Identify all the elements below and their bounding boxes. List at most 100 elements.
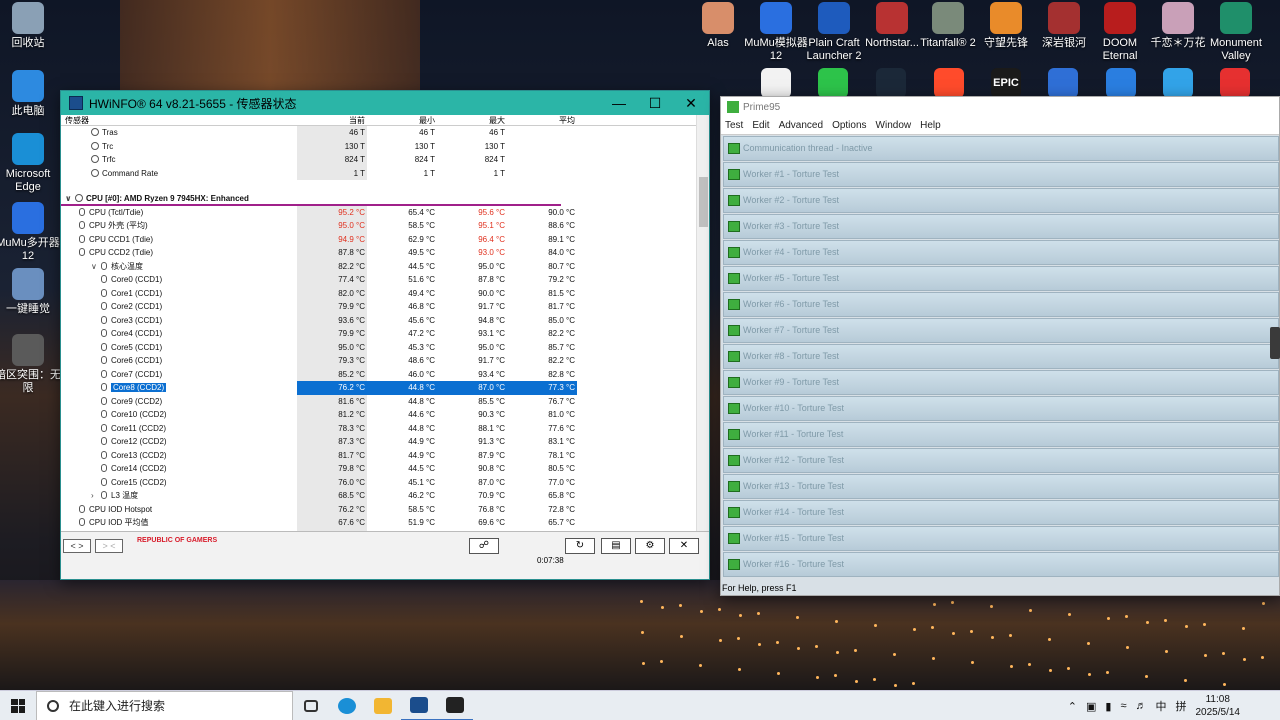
network-share-button[interactable]: ☍ xyxy=(469,538,499,554)
close-button[interactable]: ✕ xyxy=(673,95,709,112)
expand-chevron-icon[interactable]: ∨ xyxy=(91,260,101,274)
taskbar-search[interactable]: 在此键入进行搜索 xyxy=(36,690,293,720)
sensor-row[interactable]: Core14 (CCD2) 79.8 °C 44.5 °C 90.8 °C 80.5 °… xyxy=(61,462,697,476)
worker-window[interactable]: Worker #10 - Torture Test xyxy=(723,396,1279,421)
reset-clock-button[interactable]: ↻ xyxy=(565,538,595,554)
ime-mode[interactable]: 中 xyxy=(1156,698,1167,714)
sensor-row[interactable]: Core10 (CCD2) 81.2 °C 44.6 °C 90.3 °C 81.0 °… xyxy=(61,408,697,422)
col-sensor[interactable]: 传感器 xyxy=(61,115,297,125)
sensor-row[interactable]: Core11 (CCD2) 78.3 °C 44.8 °C 88.1 °C 77.6 °… xyxy=(61,421,697,435)
sensor-row[interactable]: Core1 (CCD1) 82.0 °C 49.4 °C 90.0 °C 81.5 °C xyxy=(61,286,697,300)
wifi-icon[interactable]: ≈ xyxy=(1120,700,1126,712)
wechat-icon[interactable] xyxy=(818,68,848,98)
worker-window[interactable]: Worker #8 - Torture Test xyxy=(723,344,1279,369)
worker-window[interactable]: Worker #12 - Torture Test xyxy=(723,448,1279,473)
sensor-row[interactable]: Core12 (CCD2) 87.3 °C 44.9 °C 91.3 °C 83.1 °… xyxy=(61,435,697,449)
prime95-titlebar[interactable]: Prime95 xyxy=(721,97,1279,117)
worker-window[interactable]: Worker #1 - Torture Test xyxy=(723,162,1279,187)
sensor-row[interactable]: Tras 46 T 46 T 46 T xyxy=(61,126,697,140)
sensor-row[interactable]: Core15 (CCD2) 76.0 °C 45.1 °C 87.0 °C 77.0 °… xyxy=(61,475,697,489)
minimize-button[interactable]: — xyxy=(601,95,637,111)
sensor-row[interactable]: CPU 外壳 (平均) 95.0 °C 58.5 °C 95.1 °C 88.6 °C xyxy=(61,219,697,233)
desktop-icon[interactable]: 此电脑 xyxy=(0,70,62,118)
settings-gear-icon[interactable]: ⚙ xyxy=(635,538,665,554)
hwinfo-titlebar[interactable]: HWiNFO® 64 v8.21-5655 - 传感器状态 — ☐ ✕ xyxy=(61,91,709,115)
sensor-row[interactable]: Core5 (CCD1) 95.0 °C 45.3 °C 95.0 °C 85.7 °C xyxy=(61,340,697,354)
menu-item[interactable]: Window xyxy=(876,120,912,131)
sensor-row[interactable]: CPU (Tctl/Tdie) 95.2 °C 65.4 °C 95.6 °C 90.0… xyxy=(61,205,697,219)
netease-music-icon[interactable] xyxy=(1220,68,1250,98)
worker-window[interactable]: Communication thread - Inactive xyxy=(723,136,1279,161)
start-button[interactable] xyxy=(0,691,36,720)
menu-item[interactable]: Help xyxy=(920,120,941,131)
sensor-group-cpu[interactable]: ∨ CPU [#0]: AMD Ryzen 9 7945HX: Enhanced xyxy=(61,192,561,206)
sensor-row[interactable]: Trfc 824 T 824 T 824 T xyxy=(61,153,697,167)
sensor-row[interactable]: Trc 130 T 130 T 130 T xyxy=(61,139,697,153)
volume-icon[interactable]: ♬ xyxy=(1136,700,1147,712)
battery-icon[interactable]: ▮ xyxy=(1105,700,1111,713)
worker-window[interactable]: Worker #13 - Torture Test xyxy=(723,474,1279,499)
sensor-grid[interactable]: 传感器 当前 最小 最大 平均 Tras 46 T 46 T 46 T Trc 130 T… xyxy=(61,115,697,531)
clock[interactable]: 11:08 2025/5/14 xyxy=(1196,693,1241,719)
menu-item[interactable]: Advanced xyxy=(779,120,823,131)
desktop-icon[interactable]: Monument Valley xyxy=(1202,2,1270,63)
col-avg[interactable]: 平均 xyxy=(507,115,577,125)
sensor-row[interactable]: CPU IOD Hotspot 76.2 °C 58.5 °C 76.8 °C 72.8… xyxy=(61,502,697,516)
tray-chevron-icon[interactable]: ⌃ xyxy=(1068,700,1077,713)
sensor-row[interactable]: › L3 温度 68.5 °C 46.2 °C 70.9 °C 65.8 °C xyxy=(61,489,697,503)
sensor-row[interactable]: Core0 (CCD1) 77.4 °C 51.6 °C 87.8 °C 79.2 °C xyxy=(61,273,697,287)
expand-chevron-icon[interactable]: › xyxy=(91,489,101,503)
worker-window[interactable]: Worker #3 - Torture Test xyxy=(723,214,1279,239)
menu-item[interactable]: Options xyxy=(832,120,866,131)
col-min[interactable]: 最小 xyxy=(367,115,437,125)
sensor-row[interactable]: Core2 (CCD1) 79.9 °C 46.8 °C 91.7 °C 81.7 °C xyxy=(61,300,697,314)
worker-window[interactable]: Worker #15 - Torture Test xyxy=(723,526,1279,551)
explorer-taskbar-icon[interactable] xyxy=(365,691,401,720)
sensor-row[interactable]: Command Rate 1 T 1 T 1 T xyxy=(61,166,697,180)
worker-window[interactable]: Worker #5 - Torture Test xyxy=(723,266,1279,291)
sensor-row[interactable]: Core9 (CCD2) 81.6 °C 44.8 °C 85.5 °C 76.7 °C xyxy=(61,394,697,408)
sensor-row[interactable]: Core3 (CCD1) 93.6 °C 45.6 °C 94.8 °C 85.0 °C xyxy=(61,313,697,327)
edge-taskbar-icon[interactable] xyxy=(329,691,365,720)
worker-window[interactable]: Worker #14 - Torture Test xyxy=(723,500,1279,525)
chat-app-icon[interactable] xyxy=(1163,68,1193,98)
hwinfo-window[interactable]: HWiNFO® 64 v8.21-5655 - 传感器状态 — ☐ ✕ 传感器 … xyxy=(60,90,710,580)
worker-window[interactable]: Worker #9 - Torture Test xyxy=(723,370,1279,395)
sensor-row[interactable]: CPU CCD1 (Tdie) 94.9 °C 62.9 °C 96.4 °C 89.1… xyxy=(61,232,697,246)
worker-window[interactable]: Worker #6 - Torture Test xyxy=(723,292,1279,317)
nav-prev-next-button[interactable]: < > xyxy=(63,539,91,553)
side-panel-handle[interactable] xyxy=(1270,327,1280,359)
screen-app-icon[interactable] xyxy=(1106,68,1136,98)
network-app-icon[interactable] xyxy=(1048,68,1078,98)
menu-item[interactable]: Edit xyxy=(752,120,769,131)
worker-window[interactable]: Worker #4 - Torture Test xyxy=(723,240,1279,265)
desktop-icon[interactable]: 暗区突围：无限 xyxy=(0,334,62,395)
sensor-row[interactable]: Core7 (CCD1) 85.2 °C 46.0 °C 93.4 °C 82.8 °C xyxy=(61,367,697,381)
worker-window[interactable]: Worker #2 - Torture Test xyxy=(723,188,1279,213)
prime95-window[interactable]: Prime95 Test Edit Advanced Options Window Hel… xyxy=(720,96,1280,596)
sensor-row[interactable]: ∨ 核心温度 82.2 °C 44.5 °C 95.0 °C 80.7 °C xyxy=(61,259,697,274)
sensor-row[interactable]: Core8 (CCD2) 76.2 °C 44.8 °C 87.0 °C 77.3 °C xyxy=(61,381,697,395)
terminal-taskbar-icon[interactable] xyxy=(437,691,473,720)
tray-app-icon[interactable]: ▣ xyxy=(1086,700,1096,713)
maximize-button[interactable]: ☐ xyxy=(637,95,673,112)
col-current[interactable]: 当前 xyxy=(297,115,367,125)
close-sensors-button[interactable]: ✕ xyxy=(669,538,699,554)
desktop-icon[interactable]: Microsoft Edge xyxy=(0,133,62,194)
steam-icon[interactable] xyxy=(876,68,906,98)
task-view-icon[interactable] xyxy=(293,691,329,720)
menu-item[interactable]: Test xyxy=(725,120,743,131)
desktop-icon[interactable]: 回收站 xyxy=(0,2,62,50)
desktop-icon[interactable]: MuMu多开器12 xyxy=(0,202,62,263)
worker-window[interactable]: Worker #11 - Torture Test xyxy=(723,422,1279,447)
sensor-scrollbar[interactable] xyxy=(696,115,709,531)
nav-skip-button[interactable]: > < xyxy=(95,539,123,553)
worker-window[interactable]: Worker #16 - Torture Test xyxy=(723,552,1279,577)
sensor-row[interactable]: CPU CCD2 (Tdie) 87.8 °C 49.5 °C 93.0 °C 84.0… xyxy=(61,246,697,260)
sensor-row[interactable]: Core13 (CCD2) 81.7 °C 44.9 °C 87.9 °C 78.1 °… xyxy=(61,448,697,462)
worker-window[interactable]: Worker #7 - Torture Test xyxy=(723,318,1279,343)
scroll-thumb[interactable] xyxy=(699,177,708,227)
qq-icon[interactable] xyxy=(761,68,791,98)
desktop-icon[interactable]: 一键睡觉 xyxy=(0,268,62,316)
col-max[interactable]: 最大 xyxy=(437,115,507,125)
